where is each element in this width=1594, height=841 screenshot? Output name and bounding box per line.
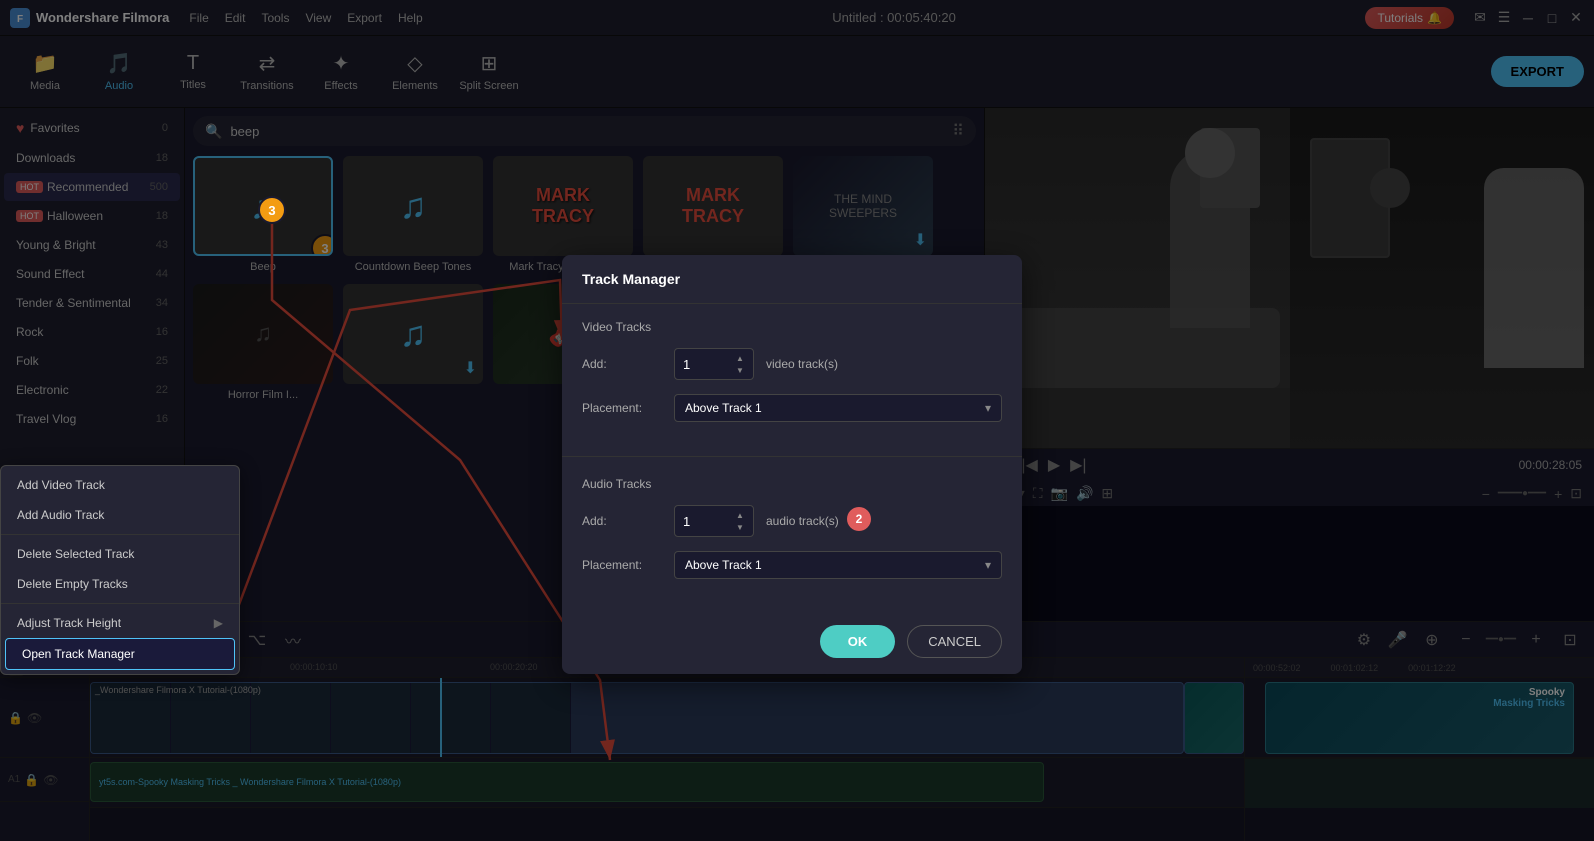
audio-tracks-section: Audio Tracks Add: ▲ ▼ audio track(s) Pla… xyxy=(562,461,1022,609)
video-spinners: ▲ ▼ xyxy=(733,353,747,375)
video-spin-down[interactable]: ▼ xyxy=(733,365,747,375)
ctx-delete-empty[interactable]: Delete Empty Tracks xyxy=(1,569,239,599)
step-badge-2: 2 xyxy=(847,507,871,531)
dropdown-arrow-video: ▾ xyxy=(985,401,991,415)
add-audio-track-label: Add Audio Track xyxy=(17,508,104,522)
audio-spin-up[interactable]: ▲ xyxy=(733,510,747,520)
ctx-delete-selected[interactable]: Delete Selected Track xyxy=(1,539,239,569)
context-menu: Add Video Track Add Audio Track Delete S… xyxy=(0,465,240,675)
ctx-open-track-manager[interactable]: Open Track Manager xyxy=(5,638,235,670)
audio-placement-dropdown[interactable]: Above Track 1 ▾ xyxy=(674,551,1002,579)
add-video-track-label: Add Video Track xyxy=(17,478,105,492)
audio-placement-row: Placement: Above Track 1 ▾ xyxy=(582,551,1002,579)
audio-spinners: ▲ ▼ xyxy=(733,510,747,532)
ctx-adjust-height[interactable]: Adjust Track Height ▶ xyxy=(1,608,239,638)
audio-tracks-text: audio track(s) xyxy=(766,514,839,528)
track-manager-modal: Track Manager Video Tracks Add: ▲ ▼ vide… xyxy=(562,255,1022,674)
adjust-arrow-icon: ▶ xyxy=(214,616,223,630)
modal-footer: OK CANCEL xyxy=(562,609,1022,674)
cancel-button[interactable]: CANCEL xyxy=(907,625,1002,658)
delete-empty-label: Delete Empty Tracks xyxy=(17,577,128,591)
video-placement-dropdown[interactable]: Above Track 1 ▾ xyxy=(674,394,1002,422)
audio-tracks-title: Audio Tracks xyxy=(582,477,1002,491)
ctx-divider-1 xyxy=(1,534,239,535)
video-add-row: Add: ▲ ▼ video track(s) xyxy=(582,348,1002,380)
ctx-add-audio-track[interactable]: Add Audio Track xyxy=(1,500,239,530)
video-placement-row: Placement: Above Track 1 ▾ xyxy=(582,394,1002,422)
ctx-divider-2 xyxy=(1,603,239,604)
add-label-video: Add: xyxy=(582,357,662,371)
video-tracks-title: Video Tracks xyxy=(582,320,1002,334)
delete-selected-label: Delete Selected Track xyxy=(17,547,134,561)
modal-divider xyxy=(562,456,1022,457)
add-label-audio: Add: xyxy=(582,514,662,528)
placement-label-video: Placement: xyxy=(582,401,662,415)
open-track-manager-label: Open Track Manager xyxy=(22,647,135,661)
video-track-number[interactable] xyxy=(683,357,733,372)
video-spin-up[interactable]: ▲ xyxy=(733,353,747,363)
audio-placement-value: Above Track 1 xyxy=(685,558,762,572)
audio-spin-down[interactable]: ▼ xyxy=(733,522,747,532)
video-tracks-section: Video Tracks Add: ▲ ▼ video track(s) Pla… xyxy=(562,304,1022,452)
audio-add-row: Add: ▲ ▼ audio track(s) xyxy=(582,505,1002,537)
dropdown-arrow-audio: ▾ xyxy=(985,558,991,572)
adjust-height-label: Adjust Track Height xyxy=(17,616,121,630)
ctx-add-video-track[interactable]: Add Video Track xyxy=(1,470,239,500)
modal-title: Track Manager xyxy=(562,255,1022,304)
audio-track-number[interactable] xyxy=(683,514,733,529)
video-count-input[interactable]: ▲ ▼ xyxy=(674,348,754,380)
audio-count-input[interactable]: ▲ ▼ xyxy=(674,505,754,537)
ok-button[interactable]: OK xyxy=(820,625,896,658)
modal-title-text: Track Manager xyxy=(582,271,680,287)
video-placement-value: Above Track 1 xyxy=(685,401,762,415)
video-tracks-text: video track(s) xyxy=(766,357,838,371)
placement-label-audio: Placement: xyxy=(582,558,662,572)
step-badge-3: 3 xyxy=(258,196,286,224)
